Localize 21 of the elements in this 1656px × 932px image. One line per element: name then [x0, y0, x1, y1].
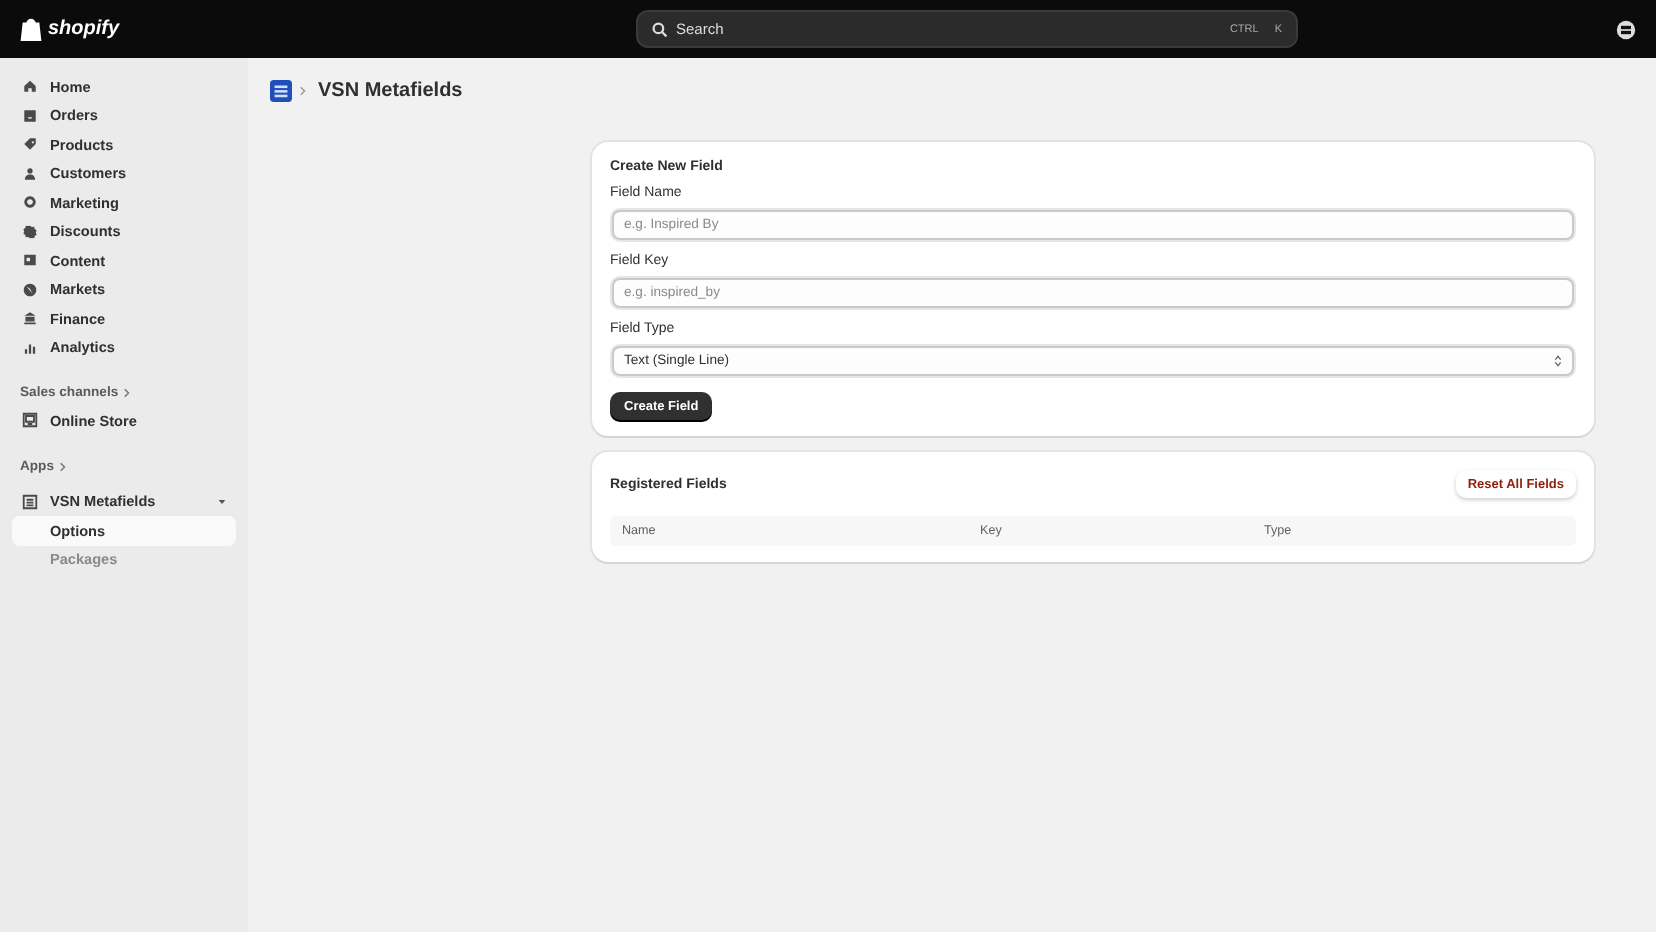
chevron-icon	[124, 388, 131, 398]
nav-icon	[22, 107, 38, 124]
updown-icon	[1554, 354, 1562, 368]
nav-icon	[22, 339, 38, 356]
app-logo-icon	[270, 79, 292, 101]
chevron-icon	[60, 461, 66, 471]
page-title: VSN Metafields	[318, 79, 463, 101]
nav-icon	[22, 194, 38, 211]
nav-icon	[22, 252, 38, 269]
shopping-bag-icon	[20, 16, 42, 42]
nav-icon	[22, 136, 38, 153]
logo-text: shopify	[48, 18, 120, 40]
nav-icon	[22, 165, 38, 182]
chevron-icon	[300, 85, 306, 95]
nav-icon	[22, 281, 38, 298]
nav-icon	[22, 310, 38, 327]
search-icon	[652, 21, 668, 37]
app-icon	[22, 493, 38, 510]
nav-icon	[22, 223, 38, 240]
storefront-icon	[22, 412, 38, 429]
nav-icon	[22, 78, 38, 95]
